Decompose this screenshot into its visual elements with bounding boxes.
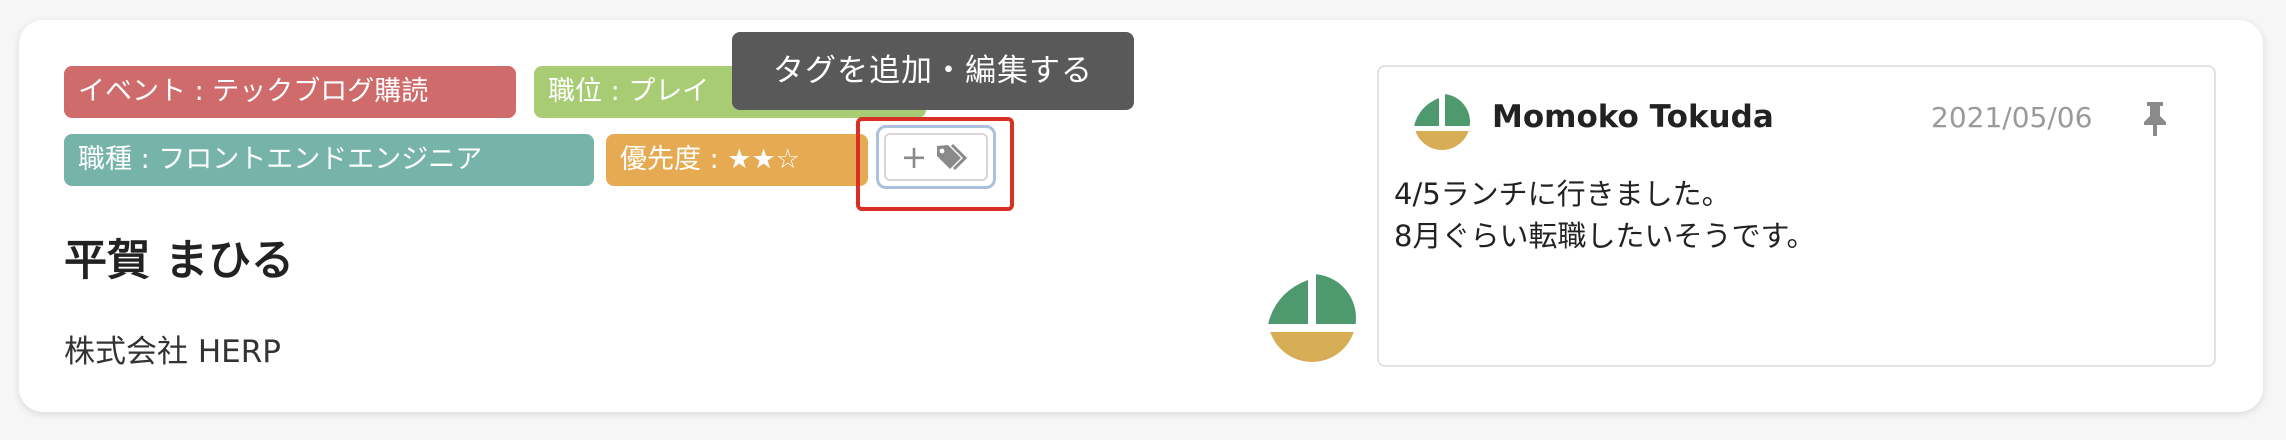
comment-card: Momoko Tokuda 2021/05/06 4/5ランチに行きました。 8… <box>1377 65 2216 367</box>
comment-avatar <box>1414 94 1470 150</box>
pin-icon[interactable] <box>2135 98 2175 138</box>
tag-job-type[interactable]: 職種 : フロントエンドエンジニア <box>64 134 594 186</box>
avatar <box>1268 274 1356 362</box>
tooltip: タグを追加・編集する <box>732 32 1134 110</box>
comment-date: 2021/05/06 <box>1931 101 2093 134</box>
tags-icon <box>937 143 968 171</box>
comment-author: Momoko Tokuda <box>1492 99 1774 135</box>
add-tag-inner[interactable]: + <box>884 133 988 181</box>
tag-priority[interactable]: 優先度 : ★★☆ <box>606 134 868 186</box>
comment-body: 4/5ランチに行きました。 8月ぐらい転職したいそうです。 <box>1394 173 1816 257</box>
comment-line: 8月ぐらい転職したいそうです。 <box>1394 219 1816 253</box>
company-name: 株式会社 HERP <box>64 334 281 370</box>
plus-label: + <box>900 138 928 176</box>
add-tag-button[interactable]: + <box>876 125 996 189</box>
candidate-name[interactable]: 平賀 まひる <box>64 226 294 288</box>
comment-line: 4/5ランチに行きました。 <box>1394 177 1731 211</box>
tag-event[interactable]: イベント : テックブログ購読 <box>64 66 516 118</box>
